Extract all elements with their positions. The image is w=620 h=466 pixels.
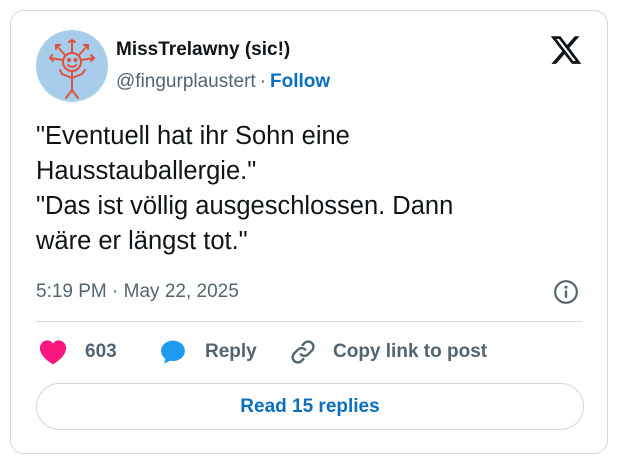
tweet-timestamp[interactable]: 5:19 PM · May 22, 2025: [36, 281, 239, 303]
tweet-text-line: "Eventuell hat ihr Sohn eine: [36, 122, 350, 150]
avatar[interactable]: [36, 30, 108, 102]
tweet-time: 5:19 PM: [36, 281, 107, 302]
hand-drawn-sun-face-icon: [48, 38, 96, 99]
like-count: 603: [85, 341, 117, 362]
speech-bubble-icon: [159, 338, 187, 366]
like-button[interactable]: 603: [39, 337, 117, 367]
read-replies-button[interactable]: Read 15 replies: [36, 383, 584, 430]
tweet-text-line: "Das ist völlig ausgeschlossen. Dann: [36, 192, 454, 220]
copy-link-button[interactable]: Copy link to post: [289, 337, 487, 367]
tweet-embed-card: MissTrelawny (sic!) @fingurplaustert · Fol…: [10, 10, 608, 454]
link-icon: [289, 338, 317, 366]
divider: [36, 321, 582, 322]
tweet-text: "Eventuell hat ihr Sohn eine Hausstaubal…: [36, 119, 584, 259]
copy-link-label: Copy link to post: [333, 341, 488, 362]
tweet-date: May 22, 2025: [123, 281, 239, 302]
tweet-text-line: Hausstauballergie.": [36, 157, 257, 185]
reply-label: Reply: [205, 341, 257, 362]
heart-icon: [39, 339, 67, 365]
author-name[interactable]: MissTrelawny (sic!): [116, 39, 290, 61]
follow-button[interactable]: Follow: [270, 71, 330, 92]
info-icon[interactable]: [553, 279, 579, 305]
author-handle[interactable]: @fingurplaustert: [116, 71, 256, 92]
author-handle-row: @fingurplaustert · Follow: [116, 71, 330, 93]
x-logo-icon[interactable]: [549, 33, 583, 67]
reply-button[interactable]: Reply: [159, 337, 257, 367]
separator-dot: ·: [259, 71, 267, 92]
separator-dot: ·: [112, 281, 119, 302]
tweet-text-line: wäre er längst tot.": [36, 227, 248, 255]
